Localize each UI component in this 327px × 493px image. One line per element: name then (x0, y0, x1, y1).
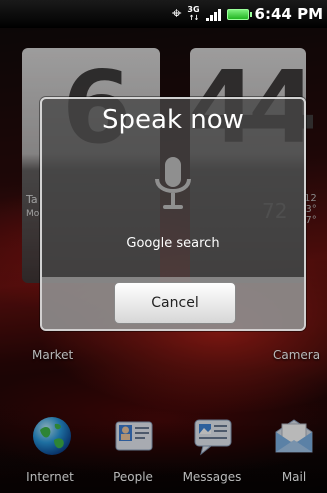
dialog-footer: Cancel (42, 277, 304, 329)
battery-icon (226, 8, 252, 20)
dialog-subtitle: Google search (126, 236, 220, 251)
signal-icon (205, 8, 221, 21)
dialog-title: Speak now (102, 105, 244, 135)
home-screen: ⌖ 3G ↑↓ 6:44 PM 6 4 4 Ta Mo 12 3° 7° 72 … (0, 0, 327, 493)
data-arrows-icon: ↑↓ (188, 14, 200, 22)
cancel-button[interactable]: Cancel (114, 282, 236, 324)
network-type: 3G (187, 5, 200, 14)
network-indicator: 3G ↑↓ (187, 5, 200, 23)
status-time: 6:44 PM (254, 5, 323, 23)
voice-search-dialog: Speak now Google search Cancel (40, 97, 306, 331)
microphone-icon (155, 157, 191, 209)
status-bar: ⌖ 3G ↑↓ 6:44 PM (0, 0, 327, 28)
gps-icon: ⌖ (171, 3, 182, 24)
